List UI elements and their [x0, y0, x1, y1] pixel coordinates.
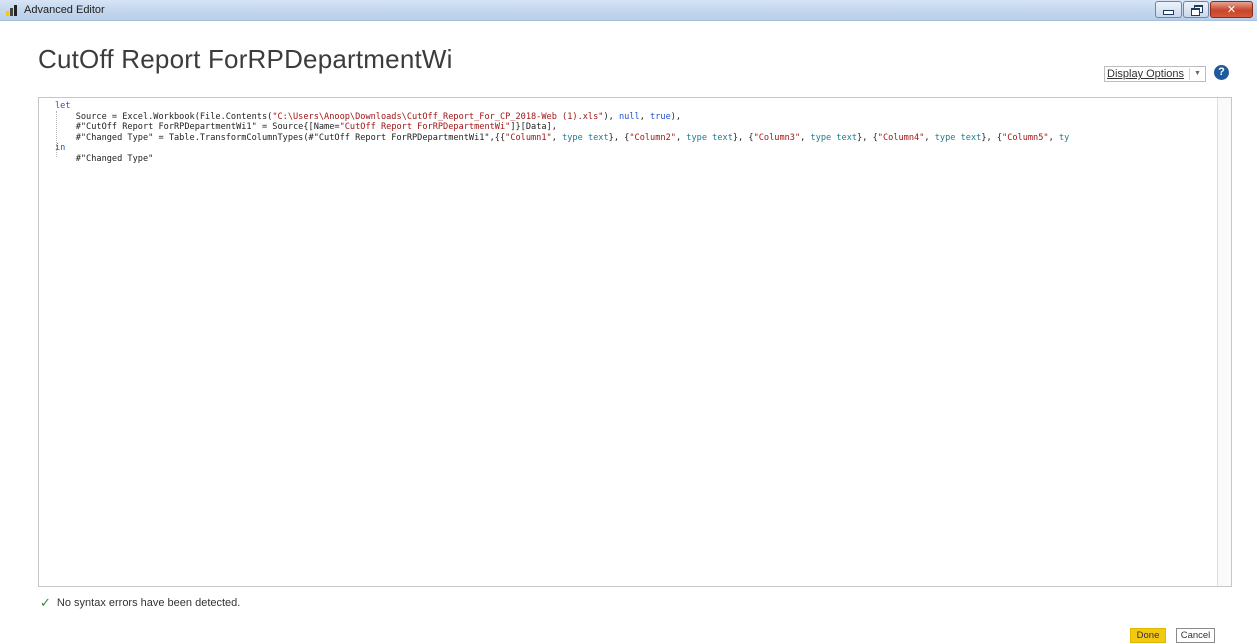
- minimize-icon: [1163, 10, 1174, 15]
- code-line[interactable]: #"CutOff Report ForRPDepartmentWi1" = So…: [55, 122, 1069, 133]
- code-token: }, {: [981, 132, 1003, 143]
- restore-button[interactable]: [1183, 1, 1209, 18]
- code-line[interactable]: let: [55, 101, 1069, 112]
- code-token: ty: [1058, 132, 1070, 143]
- code-token: ,: [1048, 132, 1059, 143]
- code-line[interactable]: in: [55, 143, 1069, 154]
- restore-icon: [1190, 5, 1203, 16]
- code-token: ,: [639, 111, 651, 122]
- done-button[interactable]: Done: [1130, 628, 1166, 643]
- code-token: true: [650, 111, 671, 122]
- code-token: type text: [934, 132, 982, 143]
- code-token: #"Changed Type" = Table.TransformColumnT…: [55, 132, 506, 143]
- code-token: #"Changed Type": [55, 153, 154, 164]
- help-icon[interactable]: ?: [1214, 65, 1229, 80]
- code-token: ),: [670, 111, 682, 122]
- code-token: "CutOff Report ForRPDepartmentWi": [339, 122, 511, 132]
- code-content[interactable]: let Source = Excel.Workbook(File.Content…: [55, 101, 1069, 164]
- code-token: type text: [562, 132, 609, 143]
- code-token: null: [618, 111, 640, 122]
- title-bar[interactable]: Advanced Editor ✕: [0, 0, 1257, 21]
- code-token: "C:\Users\Anoop\Downloads\CutOff_Report_…: [272, 111, 604, 122]
- code-editor[interactable]: let Source = Excel.Workbook(File.Content…: [38, 97, 1232, 587]
- code-token: "Column5": [1002, 132, 1049, 143]
- minimize-button[interactable]: [1155, 1, 1182, 18]
- close-icon: ✕: [1226, 4, 1237, 16]
- code-token: "Column2": [629, 132, 676, 143]
- code-token: }, {: [732, 132, 754, 143]
- window-title: Advanced Editor: [24, 4, 105, 16]
- cancel-button[interactable]: Cancel: [1176, 628, 1215, 643]
- syntax-status-message: No syntax errors have been detected.: [56, 596, 241, 609]
- code-line[interactable]: #"Changed Type" = Table.TransformColumnT…: [55, 132, 1070, 144]
- code-token: }, {: [608, 132, 630, 143]
- code-token: ,: [551, 132, 563, 143]
- code-line[interactable]: #"Changed Type": [55, 154, 1069, 165]
- code-token: "Column4": [877, 132, 925, 143]
- window-controls: ✕: [1155, 1, 1253, 18]
- code-token: let: [55, 101, 71, 111]
- code-token: "Column3": [753, 132, 801, 143]
- code-token: "Column1": [505, 132, 552, 143]
- code-token: #"CutOff Report ForRPDepartmentWi1" = So…: [55, 122, 340, 132]
- chevron-down-icon: ▼: [1189, 68, 1201, 80]
- code-token: type text: [810, 132, 858, 143]
- code-token: ),: [603, 111, 619, 122]
- code-token: ,: [800, 132, 811, 143]
- code-token: ,: [924, 132, 935, 143]
- display-options-label: Display Options: [1107, 68, 1185, 80]
- code-token: }, {: [857, 132, 878, 143]
- vertical-scrollbar[interactable]: [1217, 98, 1231, 586]
- advanced-editor-window: Advanced Editor ✕ CutOff Report ForRPDep…: [0, 0, 1257, 643]
- code-token: ]}[Data],: [510, 122, 557, 132]
- code-token: Source = Excel.Workbook(File.Contents(: [55, 111, 273, 122]
- checkmark-icon: ✓: [40, 595, 51, 610]
- query-title: CutOff Report ForRPDepartmentWi: [38, 44, 453, 74]
- close-button[interactable]: ✕: [1210, 1, 1253, 18]
- display-options-dropdown[interactable]: Display Options ▼: [1104, 66, 1206, 82]
- code-token: ,: [675, 132, 687, 143]
- code-token: in: [55, 143, 66, 153]
- code-line[interactable]: Source = Excel.Workbook(File.Contents("C…: [55, 112, 1069, 123]
- syntax-status: ✓ No syntax errors have been detected.: [40, 596, 240, 609]
- power-bi-app-icon: [6, 4, 18, 16]
- code-token: type text: [686, 132, 733, 143]
